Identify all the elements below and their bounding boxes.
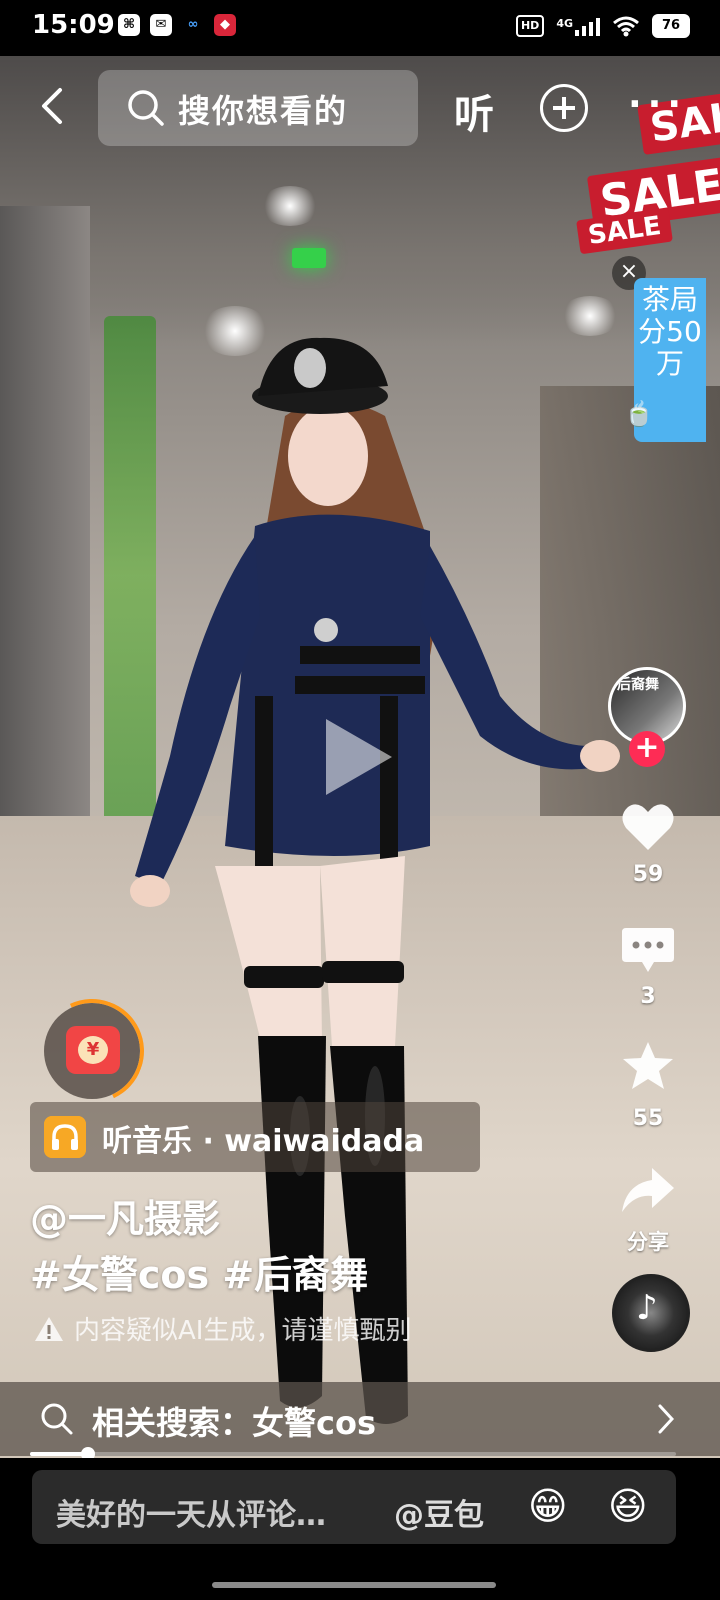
comment-bubble-icon[interactable] <box>620 924 676 976</box>
listen-music-chip[interactable]: 听音乐 · waiwaidada <box>30 1102 480 1172</box>
related-search-label: 相关搜索：女警cos <box>92 1404 377 1442</box>
listen-button[interactable]: 听 <box>454 82 494 140</box>
search-icon <box>41 1403 73 1435</box>
network-type: 4G <box>556 17 573 30</box>
ai-notice-text: 内容疑似AI生成，请谨慎甄别 <box>74 1316 412 1346</box>
wifi-icon <box>613 16 639 37</box>
share-label: 分享 <box>627 1230 669 1254</box>
search-bar[interactable]: 搜你想看的 <box>98 70 418 146</box>
play-icon[interactable] <box>326 719 392 795</box>
back-arrow-icon[interactable] <box>34 84 78 128</box>
share-arrow-icon[interactable] <box>620 1164 676 1216</box>
music-note-icon: ♪ <box>636 1288 658 1328</box>
favorite-count: 55 <box>632 1106 664 1131</box>
cloud-notification-icon: ∞ <box>187 17 199 32</box>
like-count: 59 <box>632 862 664 887</box>
comment-count: 3 <box>640 984 656 1009</box>
search-icon <box>128 90 164 126</box>
ai-content-notice: 内容疑似AI生成，请谨慎甄别 <box>34 1310 411 1347</box>
author-name[interactable]: @一凡摄影 <box>30 1188 220 1243</box>
hashtags[interactable]: #女警cos #后裔舞 <box>30 1244 368 1299</box>
grin-emoji-button[interactable]: 😁 <box>528 1484 568 1528</box>
progress-fill <box>30 1452 89 1456</box>
status-bar: 15:09 ⌘ ✉ ∞ ◆ HD 4G 76 <box>0 0 720 56</box>
warning-triangle-icon <box>35 1316 63 1341</box>
cell-signal-icon: 4G <box>556 16 600 36</box>
more-button[interactable]: ··· <box>628 84 687 125</box>
tea-bowl-icon: 🍵 <box>624 400 654 428</box>
notification-icons: ⌘ ✉ ∞ ◆ <box>118 14 236 36</box>
music-chip-label: 听音乐 · waiwaidada <box>102 1124 425 1159</box>
comment-placeholder: 美好的一天从评论… <box>56 1498 326 1533</box>
headphone-icon <box>44 1116 86 1158</box>
follow-button[interactable]: + <box>629 731 665 767</box>
search-placeholder: 搜你想看的 <box>178 92 349 130</box>
red-packet-seal-icon: ¥ <box>78 1036 108 1064</box>
avatar-text: 后裔舞 <box>617 677 659 693</box>
laugh-emoji-button[interactable]: 😆 <box>608 1484 648 1528</box>
comment-bar: 美好的一天从评论… @豆包 😁 😆 <box>0 1458 720 1600</box>
battery-indicator: 76 <box>652 14 690 38</box>
status-right: HD 4G 76 <box>515 14 690 38</box>
chevron-right-icon <box>658 1404 674 1434</box>
mail-notification-icon: ✉ <box>150 14 172 36</box>
comment-input[interactable]: 美好的一天从评论… @豆包 😁 😆 <box>32 1470 676 1544</box>
heart-icon[interactable] <box>620 800 676 852</box>
playback-progress-bar[interactable] <box>30 1447 676 1461</box>
app-notification-icon: ⌘ <box>118 14 140 36</box>
related-search-bar[interactable]: 相关搜索：女警cos <box>0 1382 720 1456</box>
red-app-notification-icon: ◆ <box>214 14 236 36</box>
plus-circle-icon[interactable] <box>540 84 588 132</box>
home-indicator[interactable] <box>212 1582 496 1588</box>
hd-badge: HD <box>515 15 545 37</box>
status-time: 15:09 <box>32 10 115 40</box>
mention-doubao-button[interactable]: @豆包 <box>394 1490 484 1534</box>
star-icon[interactable] <box>620 1040 676 1092</box>
promo-text: 茶局分50万 <box>638 283 702 380</box>
